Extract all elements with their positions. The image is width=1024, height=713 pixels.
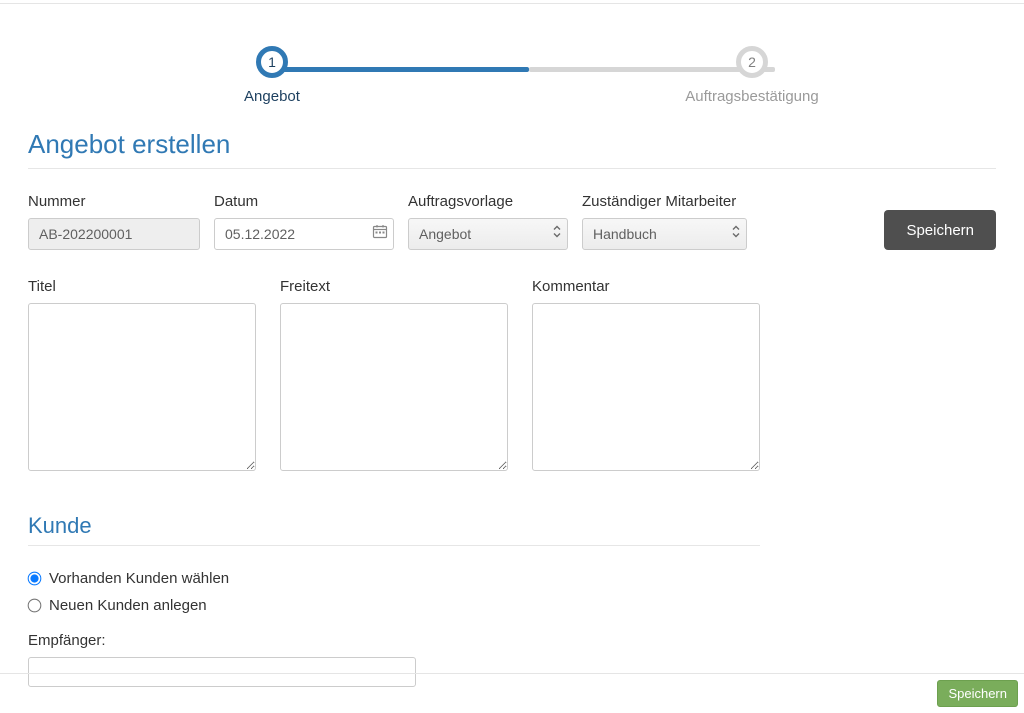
datum-label: Datum: [214, 193, 394, 210]
freitext-textarea[interactable]: [280, 303, 508, 471]
radio-new-input[interactable]: [28, 599, 42, 613]
step-2-label: Auftragsbestätigung: [685, 88, 818, 105]
mitarbeiter-label: Zuständiger Mitarbeiter: [582, 193, 747, 210]
titel-label: Titel: [28, 278, 256, 295]
titel-textarea[interactable]: [28, 303, 256, 471]
step-1-number: 1: [268, 54, 276, 70]
vorlage-select[interactable]: Angebot: [408, 218, 568, 250]
radio-existing-input[interactable]: [28, 572, 42, 586]
mitarbeiter-select[interactable]: Handbuch: [582, 218, 747, 250]
nummer-label: Nummer: [28, 193, 200, 210]
vorlage-label: Auftragsvorlage: [408, 193, 568, 210]
empfaenger-label: Empfänger:: [28, 632, 996, 649]
step-1[interactable]: 1 Angebot: [32, 46, 512, 105]
step-2[interactable]: 2 Auftragsbestätigung: [512, 46, 992, 105]
radio-new-label: Neuen Kunden anlegen: [49, 597, 207, 614]
kommentar-label: Kommentar: [532, 278, 760, 295]
radio-existing-customer[interactable]: Vorhanden Kunden wählen: [28, 570, 996, 587]
kommentar-textarea[interactable]: [532, 303, 760, 471]
wizard-stepper: 1 Angebot 2 Auftragsbestätigung: [32, 4, 992, 115]
footer-bar: Speichern: [0, 673, 1024, 713]
step-connector-active: [280, 67, 529, 72]
page-title: Angebot erstellen: [28, 115, 996, 169]
step-2-circle: 2: [736, 46, 768, 78]
save-button[interactable]: Speichern: [884, 210, 996, 250]
kunde-title: Kunde: [28, 513, 760, 546]
datum-input[interactable]: [214, 218, 394, 250]
footer-save-button[interactable]: Speichern: [937, 680, 1018, 707]
freitext-label: Freitext: [280, 278, 508, 295]
step-2-number: 2: [748, 54, 756, 70]
radio-existing-label: Vorhanden Kunden wählen: [49, 570, 229, 587]
step-1-label: Angebot: [244, 88, 300, 105]
step-1-circle: 1: [256, 46, 288, 78]
radio-new-customer[interactable]: Neuen Kunden anlegen: [28, 597, 996, 614]
nummer-input: [28, 218, 200, 250]
